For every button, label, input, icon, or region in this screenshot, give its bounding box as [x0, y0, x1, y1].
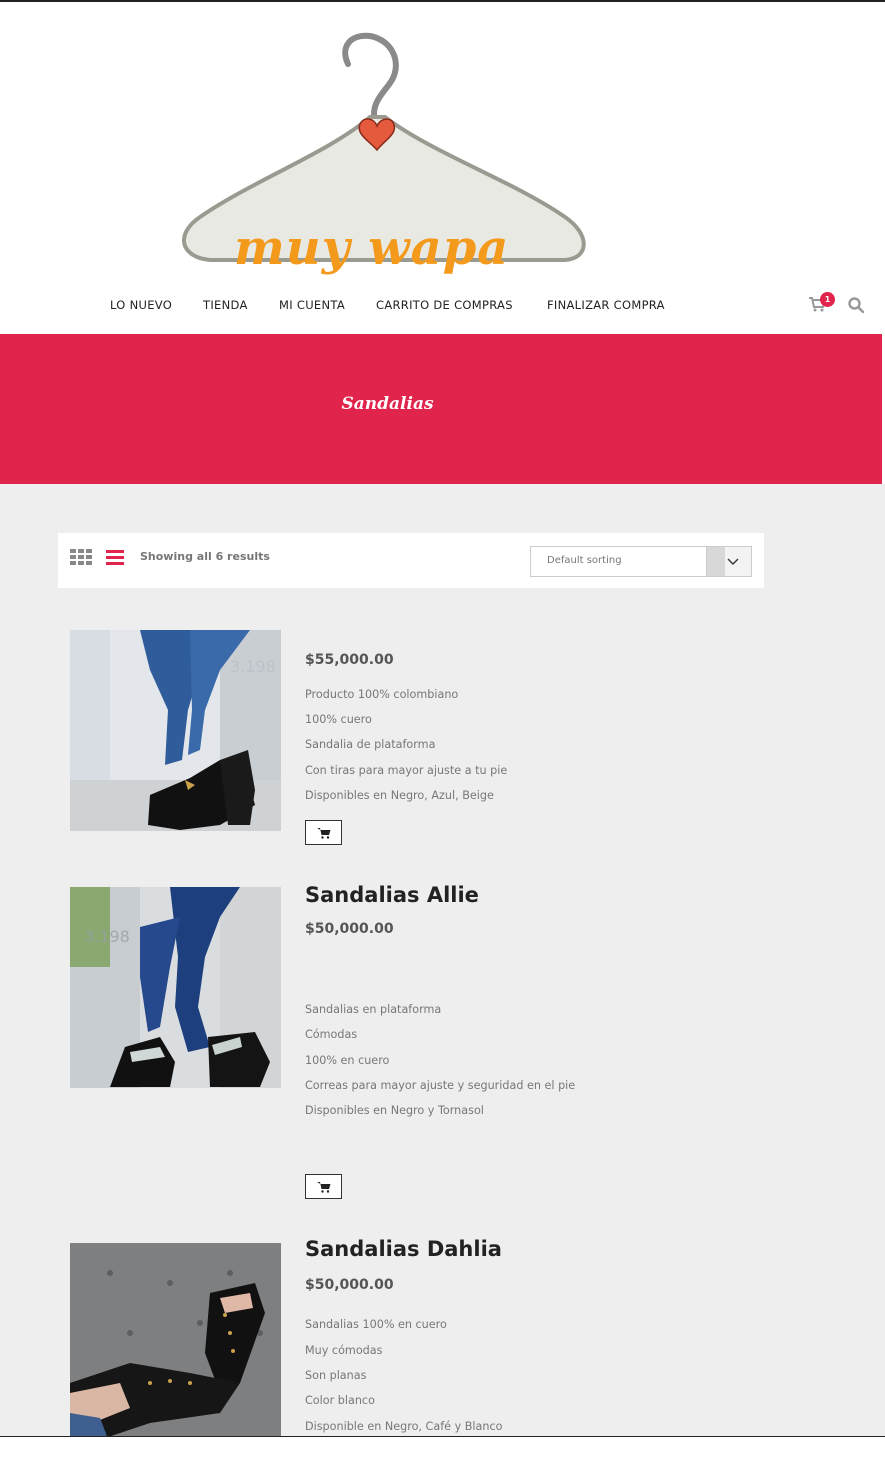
shop-content: Showing all 6 results Default sorting 3.… — [0, 484, 885, 1444]
product-description-line: Son planas — [305, 1369, 367, 1382]
nav-item-mi-cuenta[interactable]: MI CUENTA — [279, 298, 345, 312]
grid-view-icon[interactable] — [70, 549, 92, 565]
nav-item-tienda[interactable]: TIENDA — [203, 298, 248, 312]
add-to-cart-button[interactable] — [305, 820, 342, 845]
product-price: $50,000.00 — [305, 921, 394, 937]
add-to-cart-button[interactable] — [305, 1174, 342, 1199]
product-description-line: Disponible en Negro, Café y Blanco — [305, 1420, 503, 1433]
page-title: Sandalias — [341, 394, 434, 414]
product-description-line: Cómodas — [305, 1028, 358, 1041]
chevron-down-icon — [727, 558, 739, 565]
site-header: muy wapa — [0, 2, 885, 292]
product-description-line: Disponibles en Negro, Azul, Beige — [305, 789, 494, 802]
product-image[interactable] — [70, 1243, 281, 1444]
product-description-line: Con tiras para mayor ajuste a tu pie — [305, 764, 508, 777]
product-description-line: 100% en cuero — [305, 1054, 390, 1067]
cart-icon — [317, 828, 331, 839]
product-description-line: 100% cuero — [305, 713, 372, 726]
product-info: $55,000.00 — [305, 652, 394, 668]
svg-text:3.198: 3.198 — [84, 927, 130, 946]
nav-item-finalizar-compra[interactable]: FINALIZAR COMPRA — [547, 298, 665, 312]
product-description-line: Correas para mayor ajuste y seguridad en… — [305, 1079, 576, 1092]
result-count: Showing all 6 results — [140, 550, 270, 563]
product-price: $55,000.00 — [305, 652, 394, 668]
search-icon[interactable] — [848, 297, 864, 313]
shop-toolbar: Showing all 6 results Default sorting — [58, 533, 764, 588]
sort-dropdown[interactable]: Default sorting — [530, 546, 752, 577]
product-info: Sandalias Dahlia $50,000.00 — [305, 1237, 502, 1293]
product-description-line: Disponibles en Negro y Tornasol — [305, 1104, 484, 1117]
nav-item-lo-nuevo[interactable]: LO NUEVO — [110, 298, 172, 312]
product-description-line: Color blanco — [305, 1394, 375, 1407]
product-description-line: Muy cómodas — [305, 1344, 383, 1357]
logo-wordmark: muy wapa — [234, 220, 510, 276]
product-info: Sandalias Allie $50,000.00 — [305, 883, 479, 937]
product-title[interactable]: Sandalias Allie — [305, 883, 479, 907]
list-view-icon[interactable] — [106, 549, 124, 565]
bottom-border — [0, 1436, 885, 1479]
product-image[interactable]: 3.198 — [70, 630, 281, 831]
product-description-line: Sandalias 100% en cuero — [305, 1318, 447, 1331]
product-title[interactable]: Sandalias Dahlia — [305, 1237, 502, 1261]
cart-count-badge: 1 — [820, 292, 835, 307]
cart-icon — [317, 1182, 331, 1193]
svg-text:3.198: 3.198 — [230, 657, 276, 676]
sort-selected-label: Default sorting — [547, 555, 622, 566]
page-hero: Sandalias — [0, 334, 885, 484]
product-price: $50,000.00 — [305, 1277, 394, 1293]
product-description-line: Sandalias en plataforma — [305, 1003, 442, 1016]
product-description-line: Sandalia de plataforma — [305, 738, 436, 751]
sort-arrow-box[interactable] — [706, 547, 751, 576]
product-image[interactable]: 3.198 — [70, 887, 281, 1088]
product-description-line: Producto 100% colombiano — [305, 688, 459, 701]
main-nav: LO NUEVO TIENDA MI CUENTA CARRITO DE COM… — [0, 292, 885, 334]
nav-item-carrito[interactable]: CARRITO DE COMPRAS — [376, 298, 513, 312]
